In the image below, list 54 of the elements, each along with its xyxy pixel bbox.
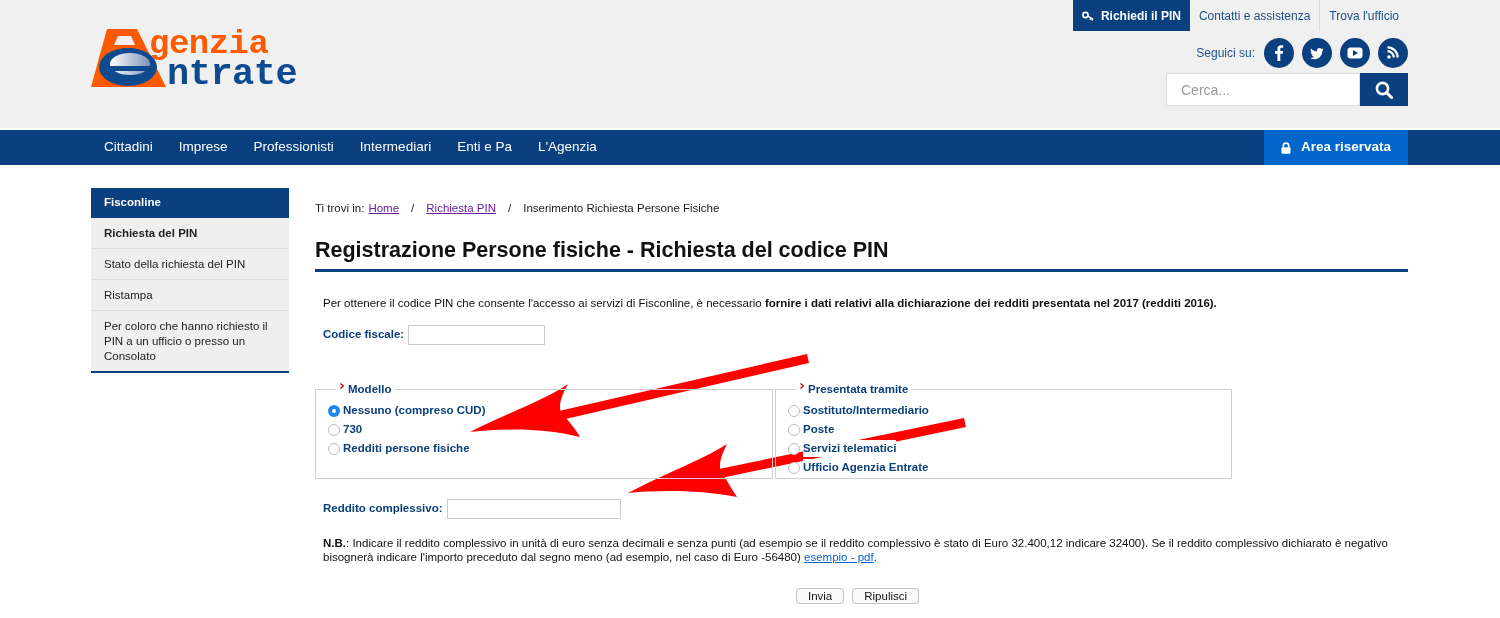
logo-text: genzia xyxy=(149,29,269,59)
lock-icon xyxy=(1280,141,1291,154)
top-link[interactable]: Trova l'ufficio xyxy=(1319,0,1408,31)
search-icon xyxy=(1375,80,1393,99)
radio-button[interactable] xyxy=(788,423,800,436)
key-icon xyxy=(1081,10,1094,21)
rss-icon[interactable] xyxy=(1378,38,1408,68)
youtube-icon[interactable] xyxy=(1340,38,1370,68)
pdf-link[interactable]: esempio - pdf xyxy=(804,551,874,563)
facebook-icon[interactable] xyxy=(1264,38,1294,68)
breadcrumb-current: Inserimento Richiesta Persone Fisiche xyxy=(523,201,720,215)
breadcrumb-separator: / xyxy=(507,201,513,215)
nav-link[interactable]: Enti e Pa xyxy=(444,130,525,165)
form-button[interactable]: Ripulisci xyxy=(852,588,920,604)
radio-button[interactable] xyxy=(788,442,800,455)
input-field[interactable] xyxy=(446,499,621,519)
twitter-icon[interactable] xyxy=(1302,38,1332,68)
sidebar-item[interactable]: Stato della richiesta del PIN xyxy=(91,249,289,280)
radio-button[interactable] xyxy=(788,404,800,417)
sidebar-item[interactable]: Richiesta del PIN xyxy=(91,218,289,249)
note-text: N.B.: Indicare il reddito complessivo in unità di euro senza decimali e senza punti (ad esempio se il reddito complessivo è stato di Euro 32.400,12 indicare 32400). Se il reddito complessivo dichiarato è negativo bisognerà indicare l'importo preceduto dal segno meno (ad esempio, nel caso di Euro -56480) esempio - pdf. xyxy=(323,536,1389,564)
search-button[interactable] xyxy=(1360,73,1408,106)
radio-button[interactable] xyxy=(328,404,340,417)
sidebar-item[interactable]: Ristampa xyxy=(91,280,289,311)
breadcrumb-link[interactable]: Richiesta PIN xyxy=(426,201,496,215)
top-link[interactable]: Richiedi il PIN xyxy=(1072,0,1190,31)
follow-label: Seguici su: xyxy=(1196,45,1255,62)
breadcrumb-separator: / xyxy=(410,201,416,215)
radio-button[interactable] xyxy=(328,442,340,455)
nav-link[interactable]: Professionisti xyxy=(240,130,347,165)
option-label[interactable]: Servizi telematici xyxy=(803,439,897,458)
radio-button[interactable] xyxy=(328,423,340,436)
nav-link[interactable]: Intermediari xyxy=(346,130,445,165)
nav-link[interactable]: Imprese xyxy=(165,130,241,165)
group-legend: Presentata tramite xyxy=(808,382,909,396)
field-label: Codice fiscale: xyxy=(323,327,405,343)
group-legend: Modello xyxy=(348,382,392,396)
logo-text: ntrate xyxy=(167,59,298,89)
chevron-icon xyxy=(340,383,344,389)
chevron-icon xyxy=(800,383,804,389)
field-label: Reddito complessivo: xyxy=(323,501,443,517)
breadcrumb-link[interactable]: Home xyxy=(368,201,400,215)
form-button[interactable]: Invia xyxy=(795,588,845,604)
reserved-area-button[interactable]: Area riservata xyxy=(1263,130,1408,165)
sidebar-header: Fisconline xyxy=(91,188,289,218)
nav-link[interactable]: Cittadini xyxy=(91,130,166,165)
breadcrumb-label: Ti trovi in: xyxy=(315,201,365,215)
input-field[interactable] xyxy=(408,325,546,345)
intro-text: Per ottenere il codice PIN che consente l'accesso ai servizi di Fisconline, è necessario fornire i dati relativi alla dichiarazione dei redditi presentata nel 2017 (redditi 2016). xyxy=(323,296,1218,310)
top-link[interactable]: Contatti e assistenza xyxy=(1189,0,1320,31)
page-title: Registrazione Persone fisiche - Richiesta del codice PIN xyxy=(315,237,889,264)
nav-link[interactable]: L'Agenzia xyxy=(524,130,610,165)
search-field[interactable]: Cerca... xyxy=(1166,73,1360,106)
sidebar-item[interactable]: Per coloro che hanno richiesto il PIN a un ufficio o presso un Consolato xyxy=(91,311,289,371)
